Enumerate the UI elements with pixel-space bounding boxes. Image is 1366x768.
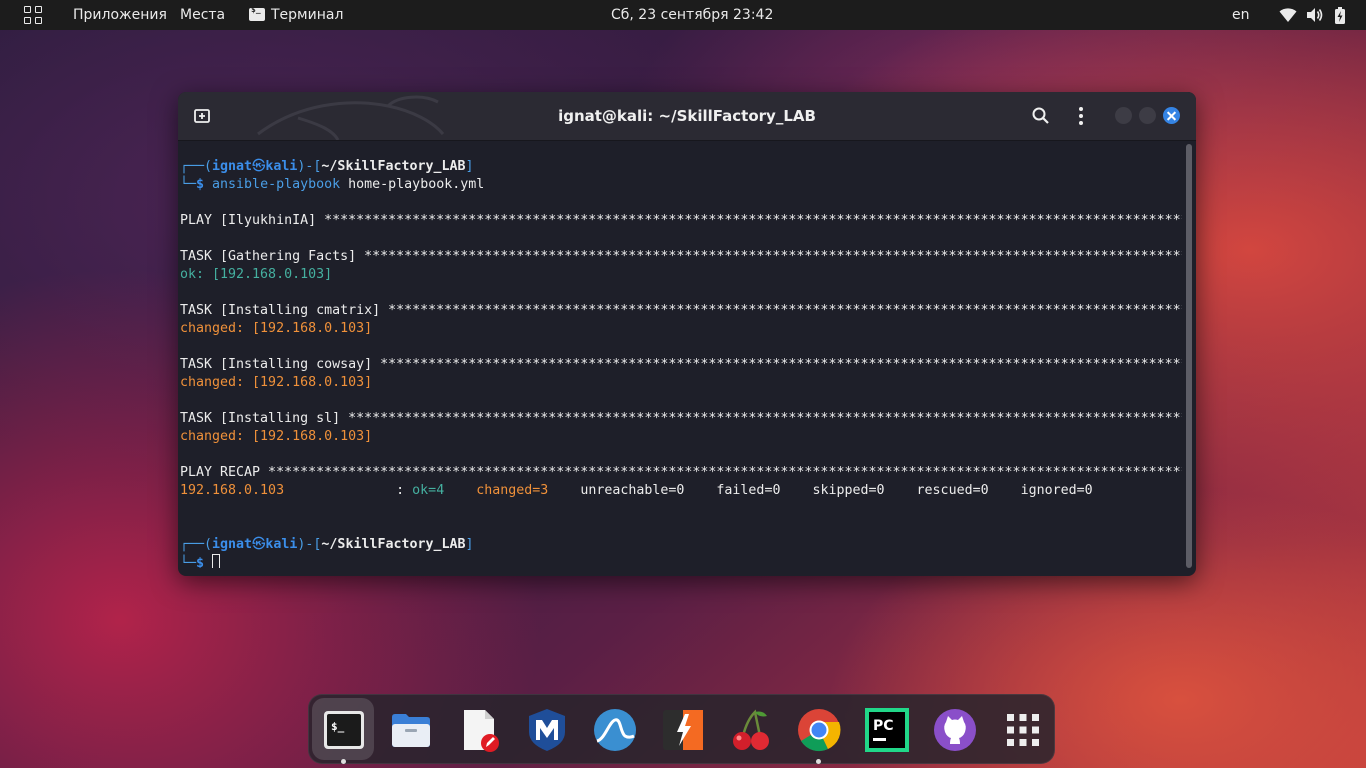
text-editor-icon [464, 710, 499, 752]
dock-show-apps[interactable] [991, 698, 1053, 760]
task-installing-cmatrix: TASK [Installing cmatrix] **************… [180, 303, 1182, 318]
dock-text-editor[interactable] [447, 698, 509, 760]
recap-changed: changed=3 [476, 483, 549, 498]
github-desktop-icon [934, 709, 976, 751]
prompt-line-1: ┌──(ignat㉿kali)-[~/SkillFactory_LAB] [180, 159, 474, 174]
prompt-at: ㉿ [252, 537, 266, 552]
task-result-ok: ok: [192.168.0.103] [180, 267, 333, 282]
maximize-button[interactable] [1139, 107, 1156, 124]
task-installing-cowsay: TASK [Installing cowsay] ***************… [180, 357, 1182, 372]
dock-metasploit[interactable] [515, 698, 577, 760]
play-line: PLAY [IlyukhinIA] **********************… [180, 213, 1182, 228]
dock: $_ PC [308, 694, 1055, 764]
terminal-window[interactable]: ignat@kali: ~/SkillFactory_LAB ┌──(ignat… [178, 92, 1196, 576]
task-installing-sl: TASK [Installing sl] *******************… [180, 411, 1182, 426]
wifi-icon[interactable] [1279, 7, 1297, 23]
svg-text:PC: PC [873, 718, 894, 734]
recap-host: 192.168.0.103 [180, 483, 285, 498]
burpsuite-icon [663, 710, 703, 750]
places-menu[interactable]: Места [180, 0, 225, 30]
keyboard-layout[interactable]: en [1232, 0, 1250, 30]
app-grid-icon [1007, 714, 1039, 746]
window-titlebar[interactable]: ignat@kali: ~/SkillFactory_LAB [178, 92, 1196, 141]
task-result-changed: changed: [192.168.0.103] [180, 321, 373, 336]
battery-icon[interactable] [1334, 7, 1346, 24]
running-indicator [341, 759, 346, 764]
dock-wireshark[interactable] [583, 698, 645, 760]
prompt-user: ignat [212, 159, 253, 174]
task-result-changed: changed: [192.168.0.103] [180, 429, 373, 444]
running-indicator [816, 759, 821, 764]
menu-kebab-icon[interactable] [1070, 105, 1092, 127]
command-name: ansible-playbook [212, 177, 341, 192]
search-icon[interactable] [1030, 105, 1052, 127]
terminal-icon: $_ [324, 711, 364, 749]
close-button[interactable] [1163, 107, 1180, 124]
volume-icon[interactable] [1306, 7, 1324, 23]
recap-ok: ok=4 [412, 483, 445, 498]
dock-terminal[interactable]: $_ [312, 698, 374, 764]
minimize-button[interactable] [1115, 107, 1132, 124]
prompt-user: ignat [212, 537, 253, 552]
recap-summary: 192.168.0.103 : ok=4 changed=3 unreachab… [180, 482, 1182, 500]
prompt-at: ㉿ [252, 159, 266, 174]
play-recap-line: PLAY RECAP *****************************… [180, 465, 1182, 480]
wireshark-icon [594, 709, 636, 751]
text-cursor [212, 554, 221, 568]
prompt-host: kali [265, 537, 298, 552]
dock-cherrytree[interactable] [719, 698, 781, 760]
task-result-changed: changed: [192.168.0.103] [180, 375, 373, 390]
recap-rest: unreachable=0 failed=0 skipped=0 rescued… [548, 483, 1093, 498]
svg-text:$_: $_ [331, 720, 345, 733]
command-line: └─$ ansible-playbook home-playbook.yml [180, 177, 485, 192]
files-icon [392, 714, 430, 747]
scrollbar[interactable] [1186, 144, 1192, 568]
task-gathering-facts: TASK [Gathering Facts] *****************… [180, 249, 1182, 264]
clock[interactable]: Сб, 23 сентября 23:42 [611, 0, 773, 30]
chrome-icon [798, 709, 841, 752]
prompt-line-2: ┌──(ignat㉿kali)-[~/SkillFactory_LAB] [180, 537, 474, 552]
terminal-app-menu[interactable]: Терминал [249, 0, 343, 30]
recap-separator: : [284, 483, 413, 498]
dock-burpsuite[interactable] [651, 698, 713, 760]
prompt-host: kali [265, 159, 298, 174]
dock-github-desktop[interactable] [923, 698, 985, 760]
activities-grid-icon[interactable] [24, 6, 42, 24]
dock-files[interactable] [379, 698, 441, 760]
pycharm-icon: PC [865, 708, 909, 752]
metasploit-icon [529, 709, 565, 751]
dock-chrome[interactable] [787, 698, 849, 764]
dock-pycharm[interactable]: PC [855, 698, 917, 760]
terminal-output[interactable]: ┌──(ignat㉿kali)-[~/SkillFactory_LAB] └─$ … [180, 158, 1182, 568]
terminal-app-label: Терминал [271, 7, 344, 23]
terminal-icon [249, 5, 265, 21]
prompt-dir: ~/SkillFactory_LAB [321, 537, 466, 552]
applications-menu[interactable]: Приложения [73, 0, 167, 30]
cherrytree-icon [733, 709, 769, 750]
input-line[interactable]: └─$ [180, 554, 1182, 568]
command-arg: home-playbook.yml [348, 177, 485, 192]
top-bar: Приложения Места Терминал Сб, 23 сентябр… [0, 0, 1366, 30]
prompt-dir: ~/SkillFactory_LAB [321, 159, 466, 174]
